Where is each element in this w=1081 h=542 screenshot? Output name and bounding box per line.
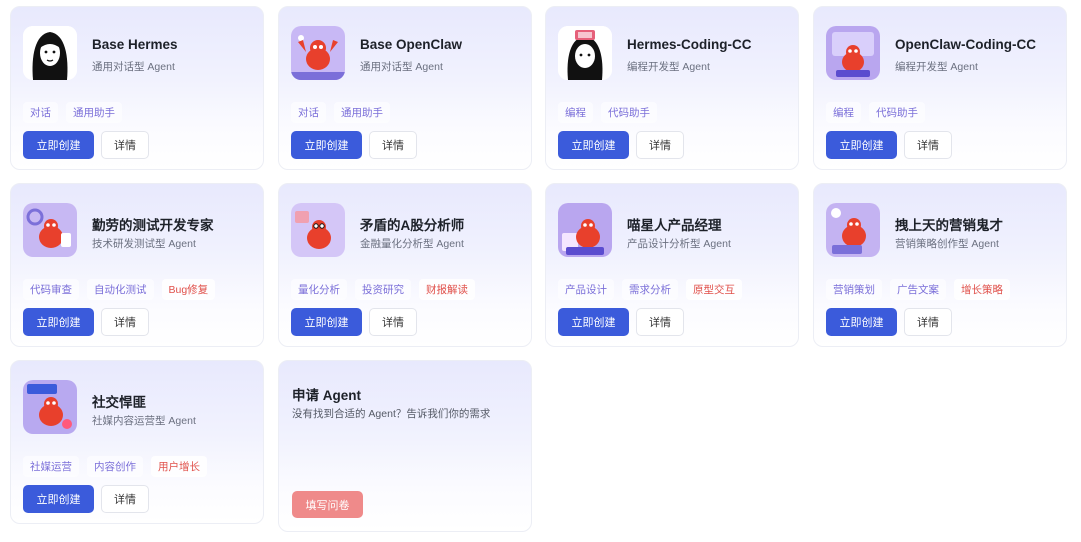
lobster-analyst-icon [291, 203, 345, 257]
tag: 量化分析 [291, 279, 347, 300]
lobster-tester-icon [23, 203, 77, 257]
create-button[interactable]: 立即创建 [826, 131, 897, 159]
tag-list: 对话 通用助手 [291, 102, 390, 123]
tag: 通用助手 [334, 102, 390, 123]
tag-highlight: 增长策略 [954, 279, 1010, 300]
agent-title: Hermes-Coding-CC [627, 37, 752, 52]
tag: 需求分析 [622, 279, 678, 300]
agent-title: 拽上天的营销鬼才 [895, 218, 1003, 233]
tag: 编程 [826, 102, 861, 123]
detail-button[interactable]: 详情 [369, 131, 417, 159]
create-button[interactable]: 立即创建 [23, 131, 94, 159]
agent-title: 勤劳的测试开发专家 [92, 218, 214, 233]
agent-subtitle: 通用对话型 Agent [360, 61, 443, 73]
lobster-coder-icon [826, 26, 880, 80]
agent-title: 矛盾的A股分析师 [360, 218, 465, 233]
tag: 营销策划 [826, 279, 882, 300]
agent-card-openclaw-coding: OpenClaw-Coding-CC 编程开发型 Agent 编程 代码助手 立… [813, 6, 1067, 170]
agent-title: Base Hermes [92, 37, 178, 52]
create-button[interactable]: 立即创建 [558, 308, 629, 336]
detail-button[interactable]: 详情 [101, 308, 149, 336]
agent-subtitle: 编程开发型 Agent [627, 61, 710, 73]
lobster-social-icon [23, 380, 77, 434]
agent-card-marketing: 拽上天的营销鬼才 营销策略创作型 Agent 营销策划 广告文案 增长策略 立即… [813, 183, 1067, 347]
agent-card-a-share-analyst: 矛盾的A股分析师 金融量化分析型 Agent 量化分析 投资研究 财报解读 立即… [278, 183, 532, 347]
fill-questionnaire-button[interactable]: 填写问卷 [292, 491, 363, 518]
apply-agent-card: 申请 Agent 没有找到合适的 Agent？告诉我们你的需求 填写问卷 [278, 360, 532, 532]
tag-list: 对话 通用助手 [23, 102, 122, 123]
tag: 编程 [558, 102, 593, 123]
lobster-pm-icon [558, 203, 612, 257]
agent-subtitle: 技术研发测试型 Agent [92, 238, 196, 250]
detail-button[interactable]: 详情 [636, 131, 684, 159]
create-button[interactable]: 立即创建 [826, 308, 897, 336]
create-button[interactable]: 立即创建 [23, 308, 94, 336]
agent-title: 社交悍匪 [92, 395, 146, 410]
tag-list: 编程 代码助手 [558, 102, 657, 123]
agent-card-hermes-coding: Hermes-Coding-CC 编程开发型 Agent 编程 代码助手 立即创… [545, 6, 799, 170]
agent-title: 喵星人产品经理 [627, 218, 722, 233]
tag-highlight: 原型交互 [686, 279, 742, 300]
tag: 代码助手 [601, 102, 657, 123]
apply-title: 申请 Agent [292, 388, 361, 403]
tag: 通用助手 [66, 102, 122, 123]
create-button[interactable]: 立即创建 [291, 308, 362, 336]
tag-list: 代码审查 自动化测试 Bug修复 [23, 279, 216, 300]
tag-highlight: 财报解读 [419, 279, 475, 300]
agent-title: OpenClaw-Coding-CC [895, 37, 1036, 52]
agent-subtitle: 通用对话型 Agent [92, 61, 175, 73]
agent-subtitle: 产品设计分析型 Agent [627, 238, 731, 250]
hermes-coder-icon [558, 26, 612, 80]
tag: 代码审查 [23, 279, 79, 300]
tag-highlight: Bug修复 [161, 279, 216, 300]
agent-card-test-expert: 勤劳的测试开发专家 技术研发测试型 Agent 代码审查 自动化测试 Bug修复… [10, 183, 264, 347]
agent-subtitle: 营销策略创作型 Agent [895, 238, 999, 250]
agent-card-base-openclaw: Base OpenClaw 通用对话型 Agent 对话 通用助手 立即创建 详… [278, 6, 532, 170]
tag-list: 编程 代码助手 [826, 102, 925, 123]
apply-description: 没有找到合适的 Agent？告诉我们你的需求 [292, 408, 491, 420]
tag: 代码助手 [869, 102, 925, 123]
agent-subtitle: 编程开发型 Agent [895, 61, 978, 73]
tag: 产品设计 [558, 279, 614, 300]
detail-button[interactable]: 详情 [904, 131, 952, 159]
create-button[interactable]: 立即创建 [23, 485, 94, 513]
detail-button[interactable]: 详情 [904, 308, 952, 336]
tag: 社媒运营 [23, 456, 79, 477]
agent-title: Base OpenClaw [360, 37, 463, 52]
tag-list: 量化分析 投资研究 财报解读 [291, 279, 475, 300]
lobster-marketer-icon [826, 203, 880, 257]
detail-button[interactable]: 详情 [101, 131, 149, 159]
tag: 自动化测试 [87, 279, 154, 300]
tag-list: 社媒运营 内容创作 用户增长 [23, 456, 207, 477]
agent-grid: Base Hermes 通用对话型 Agent 对话 通用助手 立即创建 详情 … [0, 0, 1081, 542]
detail-button[interactable]: 详情 [369, 308, 417, 336]
tag-highlight: 用户增长 [151, 456, 207, 477]
tag-list: 营销策划 广告文案 增长策略 [826, 279, 1010, 300]
tag: 广告文案 [890, 279, 946, 300]
detail-button[interactable]: 详情 [101, 485, 149, 513]
tag: 投资研究 [355, 279, 411, 300]
lobster-icon [291, 26, 345, 80]
tag: 内容创作 [87, 456, 143, 477]
tag: 对话 [23, 102, 58, 123]
detail-button[interactable]: 详情 [636, 308, 684, 336]
create-button[interactable]: 立即创建 [558, 131, 629, 159]
agent-subtitle: 社媒内容运营型 Agent [92, 415, 196, 427]
tag: 对话 [291, 102, 326, 123]
agent-card-base-hermes: Base Hermes 通用对话型 Agent 对话 通用助手 立即创建 详情 [10, 6, 264, 170]
agent-card-social: 社交悍匪 社媒内容运营型 Agent 社媒运营 内容创作 用户增长 立即创建 详… [10, 360, 264, 524]
tag-list: 产品设计 需求分析 原型交互 [558, 279, 742, 300]
create-button[interactable]: 立即创建 [291, 131, 362, 159]
agent-subtitle: 金融量化分析型 Agent [360, 238, 464, 250]
hermes-portrait-icon [23, 26, 77, 80]
agent-card-cat-pm: 喵星人产品经理 产品设计分析型 Agent 产品设计 需求分析 原型交互 立即创… [545, 183, 799, 347]
